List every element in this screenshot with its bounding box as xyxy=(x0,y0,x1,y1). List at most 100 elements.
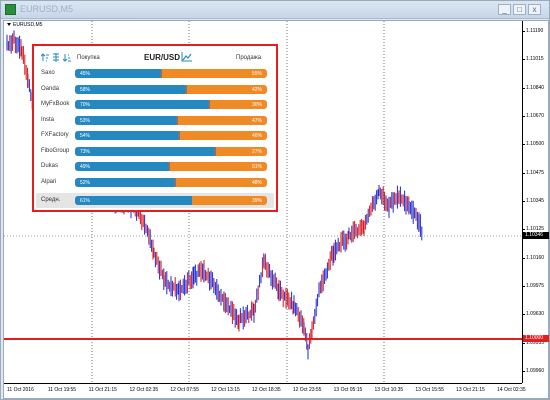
dropdown-triangle-icon xyxy=(7,23,11,26)
minimize-button[interactable]: _ xyxy=(498,4,511,15)
broker-name: FiboGroup xyxy=(41,147,70,154)
ratio-separator xyxy=(160,69,163,78)
broker-row: Saxo 45% 55% xyxy=(34,68,276,80)
sort-desc-icon[interactable] xyxy=(63,53,71,62)
y-tick-label: 1.11190 xyxy=(526,28,544,34)
chart-symbol-text: EURUSD,M5 xyxy=(13,22,43,28)
y-tick-label: 1.10670 xyxy=(526,113,545,119)
x-tick-label: 13 Oct 21:15 xyxy=(456,387,485,393)
ratio-bar: 70% 30% xyxy=(75,100,267,109)
sell-percent: 47% xyxy=(251,117,262,124)
time-axis[interactable]: 11 Oct 2016 11 Oct 19:55 11 Oct 21:15 12 Oc… xyxy=(4,383,526,400)
y-tick-mark xyxy=(523,201,525,202)
ratio-bar: 52% 48% xyxy=(75,177,267,187)
close-button[interactable]: x xyxy=(528,4,541,15)
y-tick-mark xyxy=(523,314,525,316)
x-tick-label: 13 Oct 10:35 xyxy=(374,387,404,393)
line-chart-icon[interactable] xyxy=(181,52,192,62)
buy-percent: 53% xyxy=(80,117,91,124)
ratio-bar: 58% 42% xyxy=(75,84,267,94)
ratio-separator xyxy=(214,146,217,156)
maximize-button[interactable]: □ xyxy=(513,4,526,15)
broker-name: Insta xyxy=(41,116,55,123)
y-tick-label: 1.10160 xyxy=(526,254,545,261)
average-label: Средн. xyxy=(41,197,61,203)
ratio-separator xyxy=(185,84,188,94)
buy-percent: 52% xyxy=(80,179,91,186)
broker-row: Alpari 52% 48% xyxy=(34,177,276,189)
y-tick-mark xyxy=(523,31,525,32)
broker-name: FXFactory xyxy=(41,132,69,138)
x-tick-label: 12 Oct 02:35 xyxy=(129,387,159,393)
ratio-bar: 73% 27% xyxy=(75,146,267,156)
y-tick-label: 1.10840 xyxy=(526,84,545,91)
buy-fill xyxy=(75,115,177,125)
x-tick-label: 12 Oct 23:55 xyxy=(292,387,322,393)
y-tick-label: 1.10475 xyxy=(526,169,545,176)
broker-row: Oanda 58% 42% xyxy=(34,84,276,96)
buy-fill xyxy=(75,146,216,156)
buy-percent: 54% xyxy=(80,133,91,139)
y-tick-label: 1.09975 xyxy=(526,283,545,289)
ratio-bar: 53% 47% xyxy=(75,115,267,125)
sell-percent: 48% xyxy=(251,179,262,186)
x-tick-label: 14 Oct 02:35 xyxy=(497,387,526,393)
broker-name: Dukas xyxy=(41,163,59,169)
broker-row: FXFactory 54% 46% xyxy=(34,130,276,142)
currency-pair-title: EUR/USD xyxy=(144,53,181,62)
broker-row: FiboGroup 73% 27% xyxy=(34,146,276,158)
average-buy-fill xyxy=(75,196,193,205)
buy-percent: 45% xyxy=(80,71,91,77)
y-tick-mark xyxy=(523,116,525,117)
broker-name: MyFxBook xyxy=(41,101,70,107)
buy-fill xyxy=(75,100,210,109)
chart-symbol-label: EURUSD,M5 xyxy=(7,22,42,28)
broker-name: Alpari xyxy=(41,178,57,185)
terminal-window: EURUSD,M5 _ □ x EURUSD,M5 1.11190 1.11015… xyxy=(0,0,550,400)
sell-percent: 42% xyxy=(251,86,262,93)
price-axis[interactable]: 1.11190 1.11015 1.10840 1.10670 1.10500 1.104… xyxy=(522,21,550,383)
current-price-tag: 1.10346 xyxy=(523,232,549,239)
ratio-separator xyxy=(168,162,171,171)
x-tick-label: 13 Oct 15:55 xyxy=(415,387,444,393)
broker-name: Oanda xyxy=(41,85,60,92)
x-tick-label: 11 Oct 19:55 xyxy=(47,387,77,393)
level-price-tag: 1.10000 xyxy=(523,335,549,342)
buy-fill xyxy=(75,84,187,94)
title-bar: EURUSD,M5 _ □ x xyxy=(1,1,549,19)
x-tick-label: 12 Oct 07:55 xyxy=(170,387,199,393)
widget-header: Покупка EUR/USD Продажа xyxy=(34,52,276,66)
ratio-separator xyxy=(208,100,211,109)
y-tick-label: 1.10500 xyxy=(526,141,545,148)
buy-percent: 58% xyxy=(80,86,91,93)
y-tick-label: 1.11015 xyxy=(526,56,544,63)
sell-percent: 46% xyxy=(251,133,262,139)
sentiment-widget: Покупка EUR/USD Продажа Saxo 45% 55% Oanda 5… xyxy=(32,44,278,212)
sell-header: Продажа xyxy=(236,55,262,61)
y-tick-mark xyxy=(523,342,525,344)
y-tick-mark xyxy=(523,172,525,174)
buy-fill xyxy=(75,131,179,140)
sort-asc-icon[interactable] xyxy=(41,53,49,62)
x-tick-label: 11 Oct 2016 xyxy=(7,387,34,393)
ratio-bar: 49% 51% xyxy=(75,162,267,171)
x-tick-label: 13 Oct 05:15 xyxy=(333,387,363,393)
y-tick-mark xyxy=(523,257,525,259)
ratio-separator xyxy=(173,177,176,187)
broker-row: MyFxBook 70% 30% xyxy=(34,99,276,111)
y-tick-mark xyxy=(523,371,525,372)
ratio-bar: 54% 46% xyxy=(75,131,267,140)
ratio-separator xyxy=(175,115,178,125)
buy-percent: 73% xyxy=(80,148,91,155)
average-row: Средн. 61% 39% xyxy=(36,193,274,208)
sell-percent: 51% xyxy=(251,164,262,170)
sort-alpha-icon[interactable] xyxy=(52,53,60,62)
buy-header: Покупка xyxy=(77,55,100,61)
y-tick-mark xyxy=(523,59,525,61)
y-tick-mark xyxy=(523,144,525,146)
buy-percent: 70% xyxy=(80,102,91,108)
buy-percent: 49% xyxy=(80,164,91,170)
x-tick-label: 12 Oct 18:35 xyxy=(252,387,281,393)
x-tick-label: 12 Oct 13:15 xyxy=(211,387,240,393)
y-tick-mark xyxy=(523,286,525,287)
